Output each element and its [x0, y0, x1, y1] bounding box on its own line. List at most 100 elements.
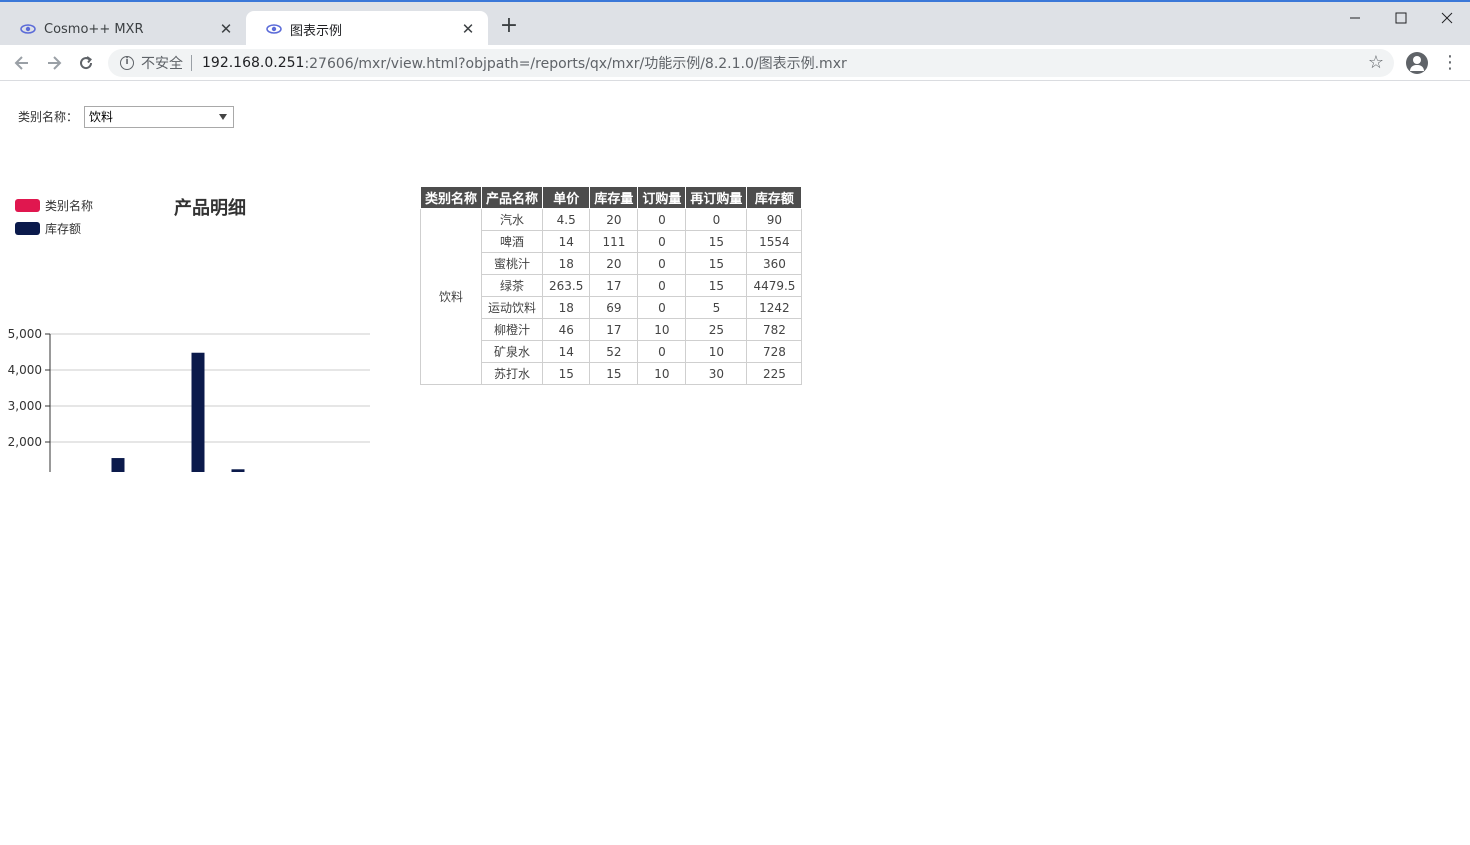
table-cell: 10 [637, 362, 687, 385]
table-cell: 0 [637, 208, 687, 231]
table-cell: 0 [685, 208, 748, 231]
tab-title: 图表示例 [290, 23, 343, 39]
product-chart: 类别名称 库存额 产品明细 01,0002,0003,0004,0005,000… [0, 182, 390, 472]
table-row: 饮料 汽水 4.5 20 0 0 90 [419, 208, 803, 385]
table-cell: 蜜桃汁 [481, 252, 544, 275]
maximize-icon[interactable] [1378, 2, 1424, 34]
browser-titlebar: Cosmo++ MXR ✕ 图表示例 ✕ + [0, 2, 1470, 47]
table-cell: 10 [637, 318, 687, 341]
table-cell: 782 [746, 318, 803, 341]
more-menu-icon[interactable]: ⋮ [1440, 53, 1460, 73]
table-cell: 69 [589, 296, 639, 319]
address-bar[interactable]: i 不安全 192.168.0.251:27606/mxr/view.html?… [108, 49, 1394, 77]
column-header: 再订购量 [685, 186, 748, 209]
column-header: 订购量 [637, 186, 687, 209]
url-path: :27606/mxr/view.html?objpath=/reports/qx… [304, 56, 847, 72]
column-header: 库存量 [589, 186, 639, 209]
table-cell: 15 [589, 362, 639, 385]
table-cell: 15 [685, 274, 748, 297]
category-filter-label: 类别名称： [18, 110, 79, 124]
table-cell: 绿茶 [481, 274, 544, 297]
table-cell: 柳橙汁 [481, 318, 544, 341]
eye-icon [20, 21, 36, 37]
y-tick-label: 2,000 [8, 435, 42, 449]
tab-chart-example[interactable]: 图表示例 ✕ [246, 11, 488, 47]
table-cell: 1554 [746, 230, 803, 253]
table-cell: 5 [685, 296, 748, 319]
y-tick-label: 1,000 [8, 471, 42, 472]
table-cell: 10 [685, 340, 748, 363]
close-icon[interactable]: ✕ [460, 21, 476, 37]
chevron-down-icon[interactable] [219, 114, 227, 120]
table-cell: 225 [746, 362, 803, 385]
category-select-value: 饮料 [89, 110, 114, 124]
bar [231, 469, 245, 472]
table-cell: 矿泉水 [481, 340, 544, 363]
table-cell: 52 [589, 340, 639, 363]
table-cell: 0 [637, 230, 687, 253]
info-icon[interactable]: i [120, 56, 134, 70]
product-table: 类别名称 产品名称 单价 库存量 订购量 再订购量 库存额 饮料 汽水 4.5 20 0 0 90 啤酒 1… [419, 186, 803, 385]
table-cell: 17 [589, 274, 639, 297]
table-cell: 15 [542, 362, 591, 385]
table-cell: 啤酒 [481, 230, 544, 253]
bar [111, 458, 125, 472]
browser-toolbar: i 不安全 192.168.0.251:27606/mxr/view.html?… [0, 45, 1470, 81]
table-cell: 18 [542, 296, 591, 319]
security-label[interactable]: 不安全 [141, 53, 183, 73]
column-header: 类别名称 [419, 186, 483, 209]
table-cell: 14 [542, 340, 591, 363]
report-page: 类别名称： 饮料 类别名称 库存额 产品明细 01,0002,0003,0004… [0, 82, 1470, 845]
table-cell: 18 [542, 252, 591, 275]
eye-icon [266, 21, 282, 37]
tab-cosmo-mxr[interactable]: Cosmo++ MXR ✕ [0, 11, 246, 47]
url-host: 192.168.0.251 [202, 55, 305, 71]
y-tick-label: 3,000 [8, 399, 42, 413]
table-cell: 111 [589, 230, 639, 253]
table-cell: 17 [589, 318, 639, 341]
table-cell: 20 [589, 252, 639, 275]
forward-arrow-icon[interactable] [42, 51, 66, 75]
table-cell: 1242 [746, 296, 803, 319]
table-cell: 90 [746, 208, 803, 231]
table-cell: 263.5 [542, 274, 591, 297]
table-cell: 0 [637, 274, 687, 297]
column-header: 库存额 [746, 186, 803, 209]
close-icon[interactable]: ✕ [218, 21, 234, 37]
column-header: 单价 [542, 186, 591, 209]
close-window-icon[interactable] [1424, 2, 1470, 34]
table-header-row: 类别名称 产品名称 单价 库存量 订购量 再订购量 库存额 [419, 186, 803, 209]
column-header: 产品名称 [481, 186, 544, 209]
table-cell: 15 [685, 252, 748, 275]
category-cell: 饮料 [419, 208, 483, 385]
table-body: 饮料 汽水 4.5 20 0 0 90 啤酒 14 111 0 15 1554 蜜桃汁 18 20 0 15 360… [419, 208, 803, 385]
y-tick-label: 5,000 [8, 327, 42, 341]
divider [191, 55, 192, 71]
table-cell: 运动饮料 [481, 296, 544, 319]
table-cell: 46 [542, 318, 591, 341]
table-cell: 25 [685, 318, 748, 341]
table-cell: 0 [637, 252, 687, 275]
reload-icon[interactable] [74, 51, 98, 75]
table-cell: 0 [637, 340, 687, 363]
table-cell: 360 [746, 252, 803, 275]
table-cell: 汽水 [481, 208, 544, 231]
account-icon[interactable] [1406, 52, 1428, 74]
chart-plot: 01,0002,0003,0004,0005,000汽水蜜桃汁运动饮料矿泉水 [8, 327, 370, 472]
table-cell: 30 [685, 362, 748, 385]
bookmark-star-icon[interactable]: ☆ [1366, 53, 1386, 73]
bar [191, 352, 205, 472]
table-cell: 苏打水 [481, 362, 544, 385]
minimize-icon[interactable] [1332, 2, 1378, 34]
table-cell: 728 [746, 340, 803, 363]
tab-title: Cosmo++ MXR [44, 21, 144, 37]
table-cell: 4.5 [542, 208, 591, 231]
table-cell: 4479.5 [746, 274, 803, 297]
new-tab-icon[interactable]: + [498, 15, 520, 38]
y-tick-label: 4,000 [8, 363, 42, 377]
back-arrow-icon[interactable] [10, 51, 34, 75]
table-cell: 0 [637, 296, 687, 319]
table-cell: 15 [685, 230, 748, 253]
table-cell: 14 [542, 230, 591, 253]
category-select[interactable]: 饮料 [84, 106, 234, 128]
